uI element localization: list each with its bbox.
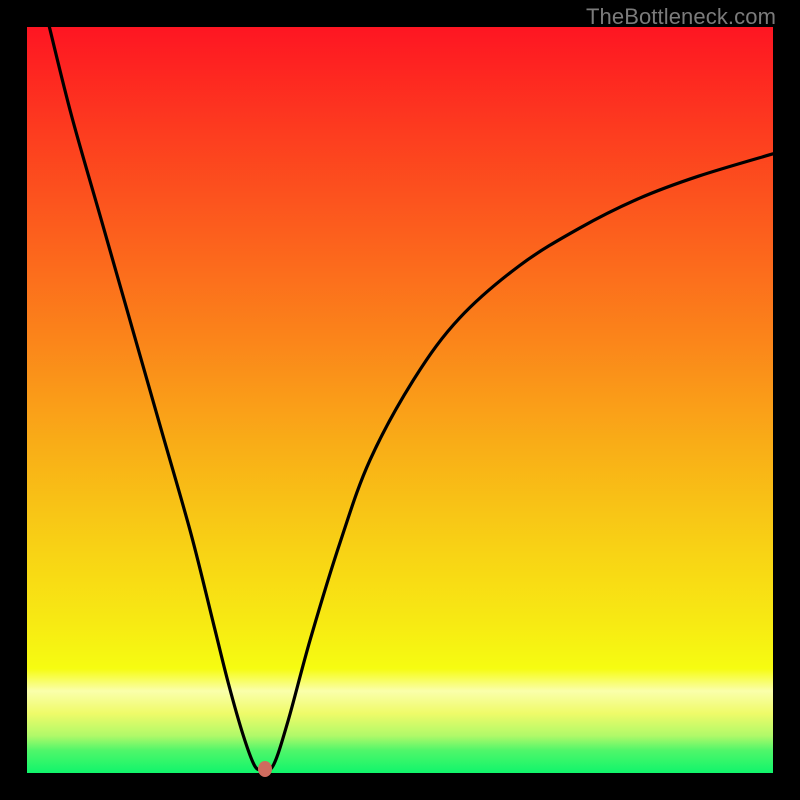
chart-frame: TheBottleneck.com (0, 0, 800, 800)
watermark-text: TheBottleneck.com (586, 4, 776, 30)
plot-area (27, 27, 773, 773)
sweet-spot-marker (258, 761, 272, 777)
bottleneck-curve (27, 27, 773, 773)
